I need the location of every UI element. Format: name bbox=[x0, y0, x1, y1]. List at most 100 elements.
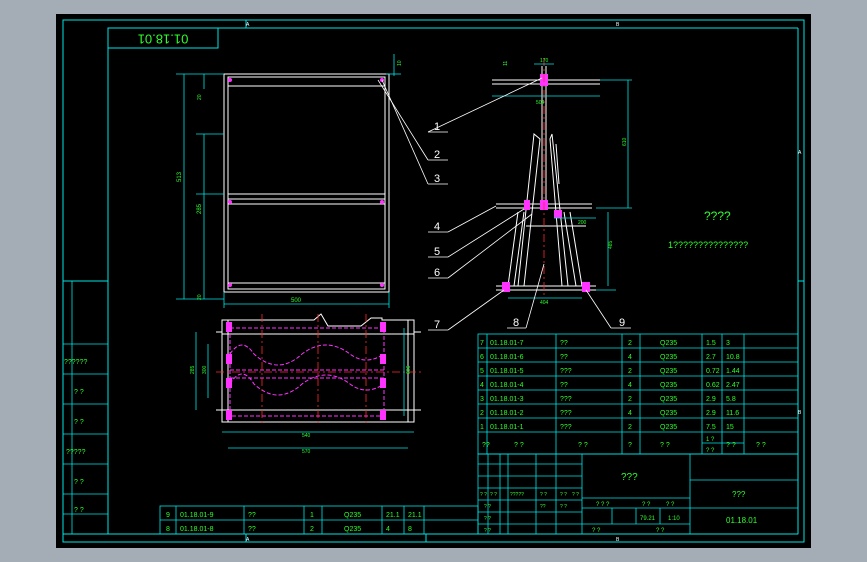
bom-cell-w2: 5.8 bbox=[726, 396, 736, 403]
bom-header-unit-weight-b: ? ? bbox=[706, 448, 715, 454]
dim-width-top: 540 bbox=[302, 433, 311, 439]
dim-top-thick: 10 bbox=[397, 60, 403, 66]
balloon-6: 6 bbox=[434, 267, 440, 279]
bom-cell-name: ?? bbox=[560, 382, 568, 389]
bom-header-remark: ? ? bbox=[756, 442, 766, 449]
bom-cell-name: ??? bbox=[560, 424, 572, 431]
drawing-sheet: A B A B A B 01.18.01 513 285 20 20 500 1… bbox=[56, 14, 811, 548]
bom-cell-w2: 2.47 bbox=[726, 382, 740, 389]
sheet-frame bbox=[62, 19, 805, 543]
bom-cell-qty: 4 bbox=[628, 354, 632, 361]
balloon-9: 9 bbox=[619, 317, 625, 329]
side-label-6: ? ? bbox=[74, 507, 84, 514]
bom-cell-no: 2 bbox=[480, 410, 484, 417]
front-view: 513 285 20 20 500 10 bbox=[176, 54, 403, 308]
bom-cell-mat: Q235 bbox=[660, 368, 677, 375]
balloon-5: 5 bbox=[434, 246, 440, 258]
bom-cell-qty: 4 bbox=[628, 382, 632, 389]
bom-cell-no: 1 bbox=[480, 424, 484, 431]
bom-cell-no: 4 bbox=[480, 382, 484, 389]
lower-cell-code: 01.18.01-9 bbox=[180, 512, 214, 519]
bom-header: ?? ? ? ? ? ? ? ? 1 ? ? ? ? ? ? ? bbox=[482, 437, 766, 454]
lower-cell-name: ?? bbox=[248, 526, 256, 533]
bom-cell-code: 01.18.01-3 bbox=[490, 396, 524, 403]
dim-top-offset: 20 bbox=[197, 94, 203, 100]
lower-cell-w1: 21.1 bbox=[386, 512, 400, 519]
bom-cell-code: 01.18.01-1 bbox=[490, 424, 524, 431]
side-label-1: ?????? bbox=[64, 359, 87, 366]
balloon-1: 1 bbox=[434, 121, 440, 133]
bom-header-name: ? ? bbox=[578, 442, 588, 449]
balloon-7: 7 bbox=[434, 319, 440, 331]
bom-header-material: ? ? bbox=[660, 442, 670, 449]
sign-label-4: ? ? bbox=[540, 492, 547, 498]
bom-table-grid bbox=[477, 333, 799, 455]
bom-cell-no: 7 bbox=[480, 340, 484, 347]
sign-label-6: ? ? bbox=[572, 492, 579, 498]
dim-mid-width-side: 200 bbox=[578, 220, 587, 226]
bom-cell-w2: 10.8 bbox=[726, 354, 740, 361]
side-label-4: ????? bbox=[66, 449, 86, 456]
title-block-code: 01.18.01 bbox=[726, 516, 758, 525]
dim-tray-side: 504 bbox=[536, 100, 545, 106]
bom-cell-w2: 11.6 bbox=[726, 410, 739, 417]
dim-base-width-side: 404 bbox=[540, 300, 549, 306]
dim-mid-front: 285 bbox=[197, 203, 203, 214]
sign-label-3: ????? bbox=[510, 492, 524, 498]
dim-top-small-side: 11 bbox=[503, 61, 509, 66]
side-label-grid bbox=[63, 281, 108, 534]
bom-cell-code: 01.18.01-2 bbox=[490, 410, 524, 417]
dim-side-top: 606 bbox=[406, 365, 412, 374]
top-view: 285 300 606 540 570 bbox=[190, 313, 421, 455]
lower-cell-name: ?? bbox=[248, 512, 256, 519]
zone-letter-top-a: A bbox=[246, 22, 250, 28]
bom-cell-qty: 2 bbox=[628, 340, 632, 347]
title-block-name: ??? bbox=[621, 472, 638, 483]
title-block-row-c: ? ? bbox=[484, 528, 491, 534]
bom-cell-code: 01.18.01-5 bbox=[490, 368, 524, 375]
title-block-company: ??? bbox=[732, 490, 746, 499]
bom-header-no: ?? bbox=[482, 442, 490, 449]
bom-cell-name: ?? bbox=[560, 354, 568, 361]
bom-cell-qty: 2 bbox=[628, 424, 632, 431]
zone-letter-right-a: A bbox=[798, 150, 802, 156]
title-block-scale-header-b: ? ? bbox=[642, 502, 651, 508]
lower-cell-mat: Q235 bbox=[344, 526, 361, 533]
tech-requirements-note: 1??????????????? bbox=[668, 240, 748, 250]
bom-cell-w2: 15 bbox=[726, 424, 734, 431]
bom-cell-w1: 1.5 bbox=[706, 340, 716, 347]
title-block-scale: 1:10 bbox=[668, 516, 680, 522]
lower-rows: 9 01.18.01-9?? 1 Q235 21.1 21.1 8 01.18.01-8?? 2… bbox=[166, 512, 422, 533]
title-block-sheet-no: ? ? bbox=[656, 528, 665, 534]
cad-drawing: A B A B A B 01.18.01 513 285 20 20 500 1… bbox=[62, 19, 805, 543]
sign-label-5: ? ? bbox=[560, 492, 567, 498]
dim-height-front: 513 bbox=[177, 171, 183, 182]
bom-cell-mat: Q235 bbox=[660, 396, 677, 403]
lower-cell-w2: 21.1 bbox=[408, 512, 422, 519]
dim-lower-height-side: 485 bbox=[608, 240, 614, 249]
bom-cell-w2: 3 bbox=[726, 340, 730, 347]
bom-cell-w1: 2.7 bbox=[706, 354, 716, 361]
lower-cell-qty: 1 bbox=[310, 512, 314, 519]
sign-label-1: ? ? bbox=[480, 492, 487, 498]
title-block-row-a-2: ?? bbox=[540, 504, 546, 510]
lower-cell-no: 8 bbox=[166, 526, 170, 533]
bom-cell-w1: 2.9 bbox=[706, 410, 716, 417]
side-view: 170 11 504 610 200 485 404 bbox=[492, 58, 632, 306]
lower-cell-w2: 8 bbox=[408, 526, 412, 533]
bom-cell-mat: Q235 bbox=[660, 382, 677, 389]
zone-letter-top-b: B bbox=[616, 22, 620, 28]
lower-cell-mat: Q235 bbox=[344, 512, 361, 519]
balloon-4: 4 bbox=[434, 221, 440, 233]
lower-cell-w1: 4 bbox=[386, 526, 390, 533]
lower-cell-no: 9 bbox=[166, 512, 170, 519]
bom-cell-code: 01.18.01-6 bbox=[490, 354, 524, 361]
bom-cell-qty: 2 bbox=[628, 368, 632, 375]
dim-upper-height-side: 610 bbox=[622, 137, 628, 146]
tech-requirements-title: ???? bbox=[704, 209, 731, 223]
bom-cell-mat: Q235 bbox=[660, 340, 677, 347]
bom-cell-w2: 1.44 bbox=[726, 368, 740, 375]
sign-label-2: ? ? bbox=[490, 492, 497, 498]
title-block-scale-header-a: ? ? ? bbox=[596, 502, 610, 508]
bom-cell-mat: Q235 bbox=[660, 354, 677, 361]
